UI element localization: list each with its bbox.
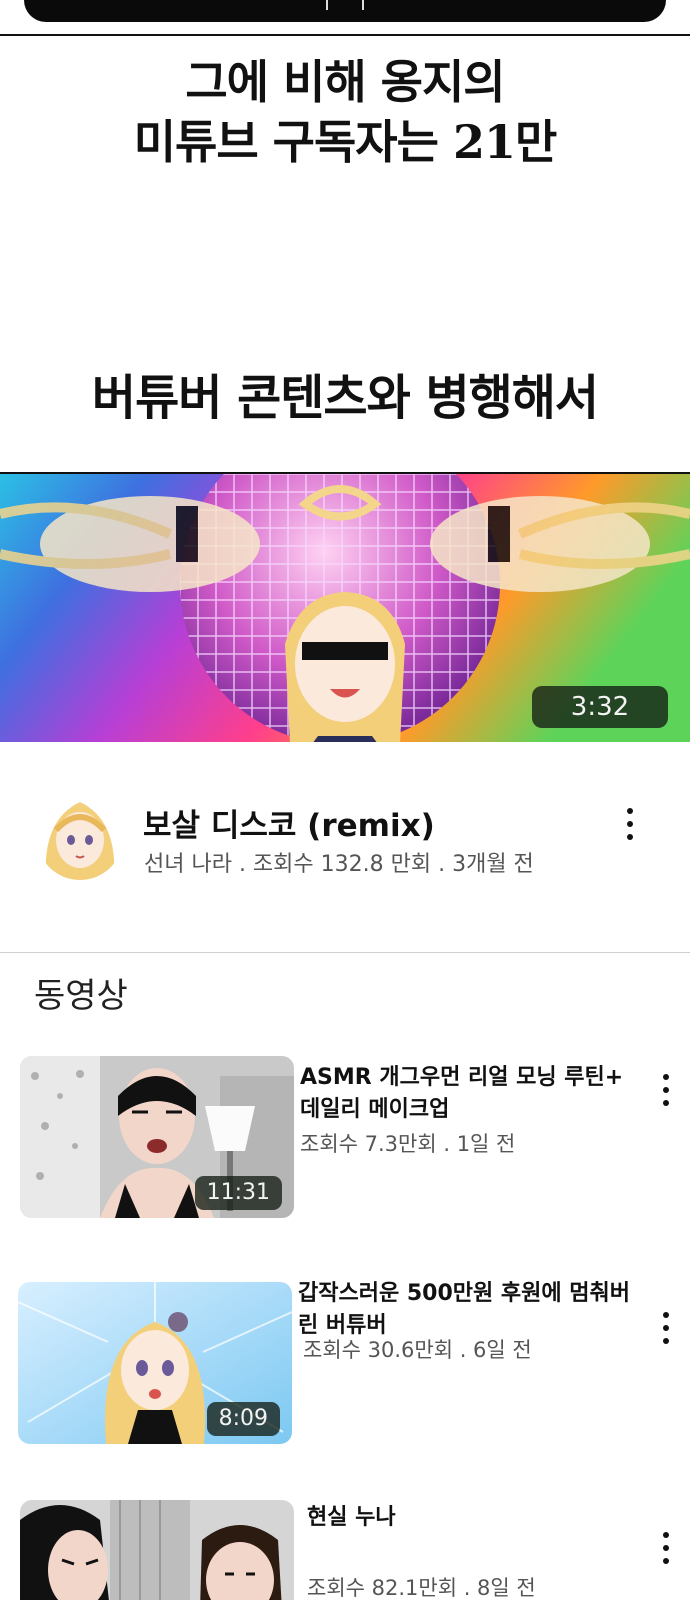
video-meta: 조회수 7.3만회 . 1일 전: [300, 1132, 516, 1156]
video-duration: 3:32: [532, 686, 668, 728]
narration-caption-2: 버튜버 콘텐츠와 병행해서: [91, 370, 599, 426]
video-meta: 조회수 30.6만회 . 6일 전: [303, 1338, 532, 1362]
video-duration: 11:31: [194, 1176, 282, 1210]
more-vert-icon[interactable]: [656, 1532, 676, 1564]
video-meta: 조회수 82.1만회 . 8일 전: [307, 1576, 536, 1600]
list-item[interactable]: 11:31 ASMR 개그우먼 리얼 모닝 루틴+ 데일리 메이크업 조회수 7…: [0, 1056, 690, 1226]
video-thumbnail[interactable]: 8:09: [18, 1282, 292, 1444]
panel-divider: [0, 34, 690, 36]
list-item[interactable]: 현실 누나 조회수 82.1만회 . 8일 전: [0, 1500, 690, 1600]
channel-avatar[interactable]: [36, 790, 124, 880]
video-meta: 선녀 나라 . 조회수 132.8 만회 . 3개월 전: [144, 852, 534, 877]
top-pill-bar: [24, 0, 666, 22]
video-thumbnail[interactable]: 11:31: [20, 1056, 294, 1218]
section-title-videos: 동영상: [34, 976, 128, 1016]
section-divider: [0, 952, 690, 953]
video-title[interactable]: 갑작스러운 500만원 후원에 멈춰버린 버튜버: [298, 1278, 643, 1342]
more-vert-icon[interactable]: [656, 1074, 676, 1106]
more-vert-icon[interactable]: [656, 1312, 676, 1344]
more-vert-icon[interactable]: [620, 808, 640, 840]
video-title[interactable]: ASMR 개그우먼 리얼 모닝 루틴+ 데일리 메이크업: [300, 1062, 645, 1126]
video-title[interactable]: 보살 디스코 (remix): [143, 800, 435, 845]
narration-line-1: 그에 비해 옹지의: [185, 55, 505, 109]
video-title[interactable]: 현실 누나: [307, 1502, 652, 1534]
featured-video-info[interactable]: 보살 디스코 (remix) 선녀 나라 . 조회수 132.8 만회 . 3개…: [0, 780, 690, 890]
narration-caption-1: 그에 비해 옹지의 미튜브 구독자는 21만: [0, 52, 690, 172]
video-duration: 8:09: [206, 1402, 280, 1436]
video-thumbnail[interactable]: [20, 1500, 294, 1600]
featured-video-thumbnail[interactable]: 3:32: [0, 472, 690, 742]
list-item[interactable]: 8:09 갑작스러운 500만원 후원에 멈춰버린 버튜버 조회수 30.6만회…: [0, 1281, 690, 1452]
narration-line-2: 미튜브 구독자는 21만: [133, 115, 558, 169]
